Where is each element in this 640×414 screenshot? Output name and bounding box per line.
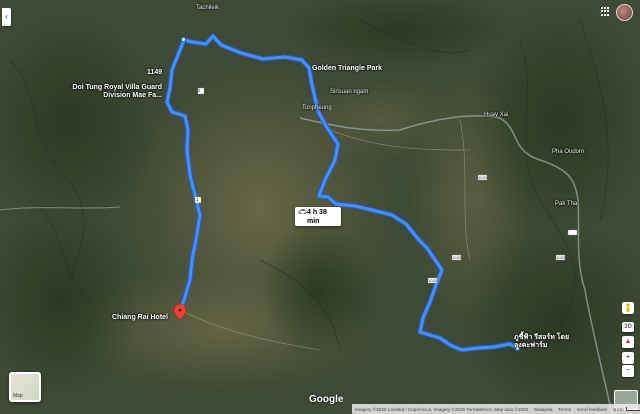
layer-label: Map (13, 393, 23, 399)
place-label-golden-triangle-park[interactable]: Golden Triangle Park (312, 65, 382, 73)
place-label-doi-tung[interactable]: Doi Tung Royal Villa Guard Division Mae … (72, 84, 162, 100)
compass-icon[interactable]: ▲ (622, 336, 634, 348)
region-link[interactable]: Malaysia (534, 407, 552, 412)
send-feedback-link[interactable]: Send feedback (577, 407, 608, 412)
route-info-badge[interactable]: 🚗︎ 4 h 38 min 227 km (295, 207, 341, 232)
town-label: Pak Tha (555, 201, 578, 207)
terms-link[interactable]: Terms (558, 407, 571, 412)
map-layer-toggle[interactable]: Map (9, 372, 41, 402)
town-label: Pha Oudom (552, 149, 585, 155)
avatar-icon[interactable] (616, 4, 633, 21)
3d-button[interactable]: 3D (622, 322, 634, 332)
road-shield-label: 1020 (478, 175, 487, 180)
zoom-out-button[interactable]: − (622, 365, 634, 377)
back-arrow-icon[interactable]: ‹ (2, 8, 11, 26)
place-label-chiang-rai-hotel[interactable]: Chiang Rai Hotel (112, 314, 168, 322)
road-shield-label: 1 (198, 88, 201, 93)
road-label-1149: 1149 (147, 69, 163, 76)
pegman-icon[interactable] (622, 302, 634, 314)
road-shield-label: 1020 (556, 255, 565, 260)
car-icon: 🚗︎ (298, 209, 307, 216)
zoom-in-button[interactable]: + (622, 352, 634, 364)
town-label: Tachileik (196, 5, 220, 11)
town-label: Tonpheung (302, 105, 332, 111)
imagery-credits: Imagery ©2020 Landsat / Copernicus, Imag… (355, 406, 529, 412)
scale-bar (625, 406, 640, 411)
road-shield-label: 1020 (452, 255, 461, 260)
town-label: Sirisuan ngam (330, 89, 369, 95)
origin-marker[interactable] (181, 37, 186, 42)
town-label: Huay Xai (484, 112, 509, 118)
scale-label: 5 km (614, 406, 640, 412)
apps-grid-icon[interactable] (601, 7, 610, 16)
attribution-bar: Imagery ©2020 Landsat / Copernicus, Imag… (352, 404, 640, 414)
google-logo: Google (309, 394, 344, 405)
route-distance: 227 km (307, 226, 324, 232)
road-shield-label: 1 (196, 197, 199, 202)
place-label-phu-chi-fa-resort[interactable]: ภูชี้ฟ้า รีสอร์ท โดย ลุงคะฟาร์ม (514, 334, 574, 350)
road-shield-label: 1020 (428, 278, 437, 283)
